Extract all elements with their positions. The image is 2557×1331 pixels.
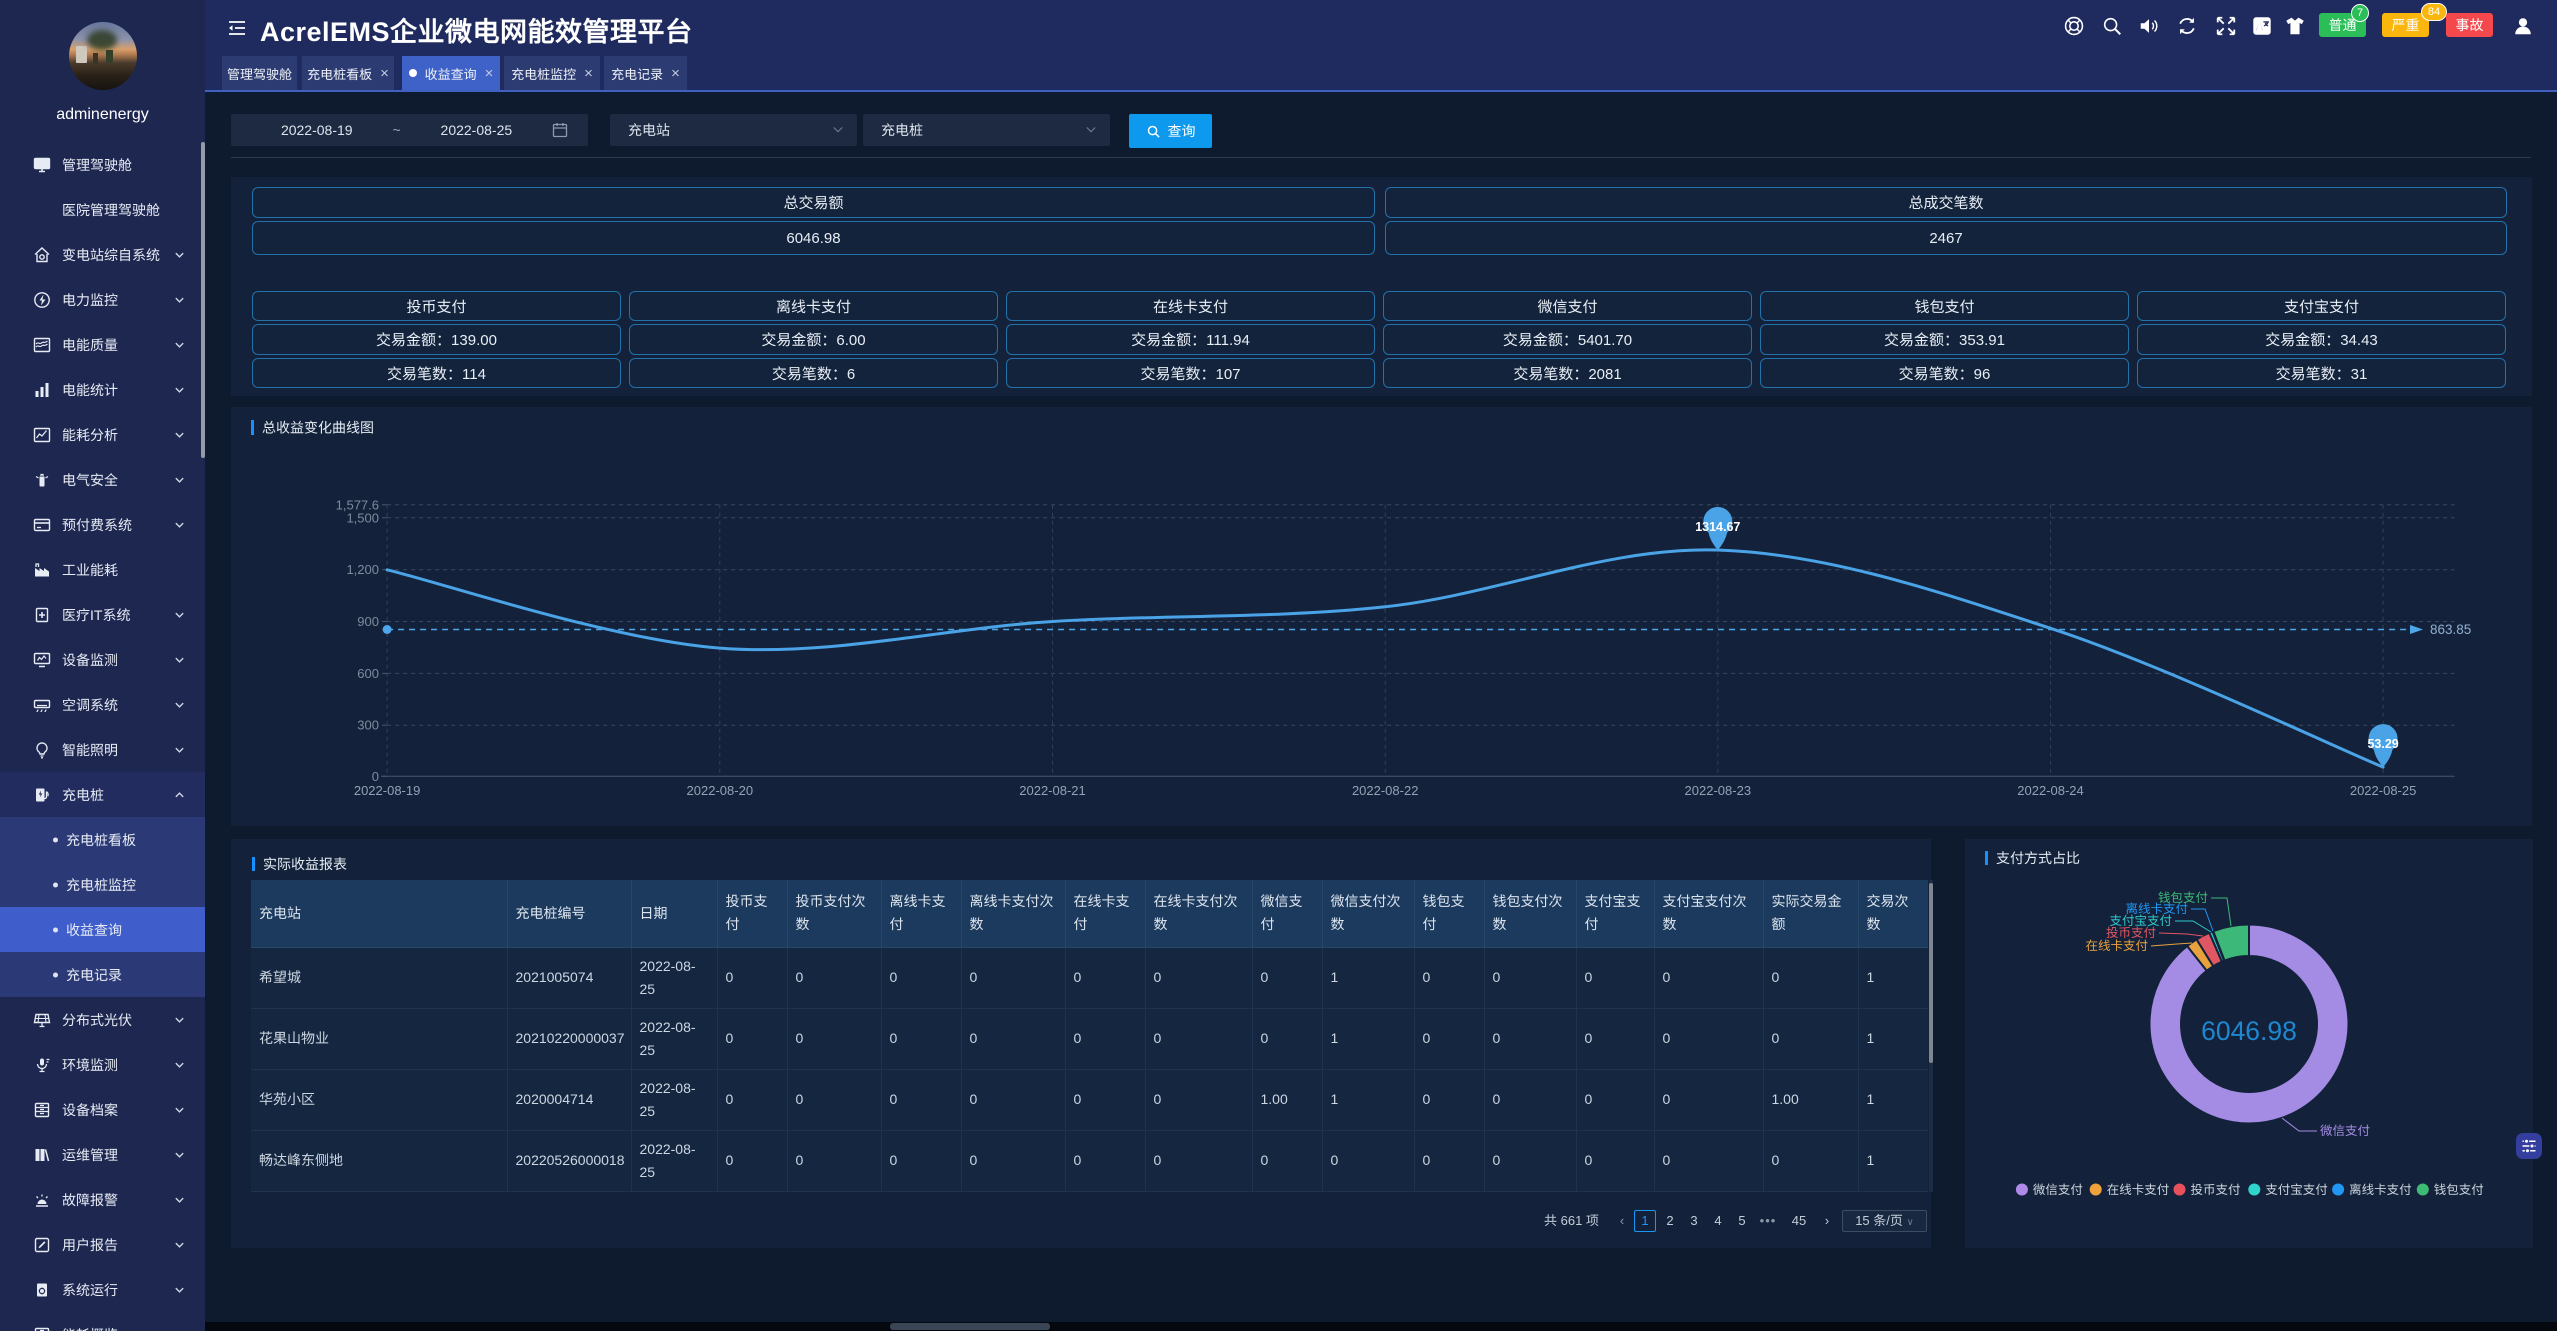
svg-text:2022-08-25: 2022-08-25 (2350, 783, 2417, 798)
svg-text:微信支付: 微信支付 (2033, 1183, 2083, 1197)
svg-text:总收益变化曲线图: 总收益变化曲线图 (262, 420, 374, 436)
svg-text:0: 0 (372, 769, 379, 784)
svg-text:钱包支付: 钱包支付 (2434, 1183, 2484, 1197)
svg-text:支付宝支付: 支付宝支付 (2265, 1183, 2328, 1197)
svg-text:863.85: 863.85 (2430, 622, 2471, 637)
svg-text:在线卡支付: 在线卡支付 (2107, 1183, 2170, 1197)
svg-text:离线卡支付: 离线卡支付 (2349, 1183, 2412, 1197)
svg-text:300: 300 (357, 718, 379, 733)
svg-text:600: 600 (357, 666, 379, 681)
svg-text:1314.67: 1314.67 (1695, 520, 1740, 534)
svg-text:53.29: 53.29 (2367, 737, 2398, 751)
svg-text:投币支付: 投币支付 (2106, 926, 2156, 940)
svg-text:2022-08-23: 2022-08-23 (1685, 783, 1752, 798)
svg-text:2022-08-19: 2022-08-19 (354, 783, 421, 798)
svg-text:6046.98: 6046.98 (2201, 1016, 2297, 1046)
svg-text:2022-08-20: 2022-08-20 (687, 783, 754, 798)
svg-text:2022-08-24: 2022-08-24 (2017, 783, 2084, 798)
svg-text:900: 900 (357, 614, 379, 629)
svg-text:2022-08-21: 2022-08-21 (1019, 783, 1086, 798)
svg-text:在线卡支付: 在线卡支付 (2085, 939, 2148, 953)
svg-text:投币支付: 投币支付 (2191, 1183, 2241, 1197)
svg-text:1,500: 1,500 (346, 510, 379, 525)
svg-text:2022-08-22: 2022-08-22 (1352, 783, 1419, 798)
svg-text:1,200: 1,200 (346, 562, 379, 577)
svg-text:A: A (2255, 19, 2264, 34)
svg-text:微信支付: 微信支付 (2320, 1124, 2370, 1138)
